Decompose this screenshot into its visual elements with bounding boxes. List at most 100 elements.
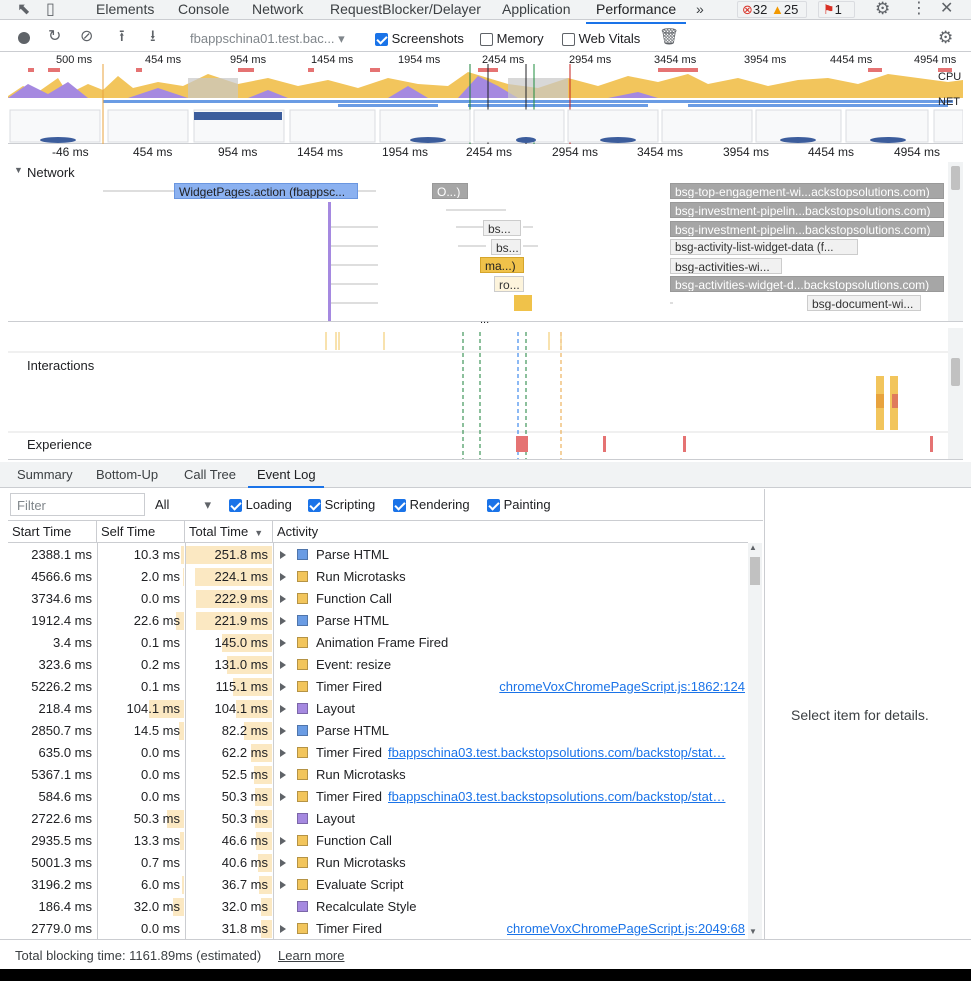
request-investment-pipeline-1[interactable]: bsg-investment-pipelin...backstopsolutio… (670, 202, 944, 218)
table-row[interactable]: 186.4 ms 32.0 ms 32.0 ms Recalculate Style (8, 896, 748, 918)
table-row[interactable]: 218.4 ms 104.1 ms 104.1 ms Layout (8, 698, 748, 720)
expand-arrow-icon[interactable] (280, 727, 286, 735)
table-row[interactable]: 584.6 ms 0.0 ms 50.3 ms Timer Fired fbappsch… (8, 786, 748, 808)
request-document-widget[interactable]: bsg-document-wi... (807, 295, 921, 311)
expand-arrow-icon[interactable] (280, 639, 286, 647)
tab-call-tree[interactable]: Call Tree (184, 467, 236, 482)
scroll-thumb[interactable] (750, 557, 760, 585)
settings-gear-icon[interactable]: ⚙ (875, 0, 890, 17)
console-counts-badge[interactable]: ⊗32 ▲25 (737, 1, 807, 18)
record-icon[interactable] (18, 32, 30, 44)
capture-settings-icon[interactable]: ⚙ (938, 29, 953, 46)
request-bs-2[interactable]: bs... (491, 239, 521, 255)
rendering-checkbox[interactable]: Rendering (393, 497, 470, 513)
request-ro[interactable]: ro... (494, 276, 524, 292)
clear-icon[interactable]: ⊘ (80, 29, 93, 45)
table-row[interactable]: 5001.3 ms 0.7 ms 40.6 ms Run Microtasks (8, 852, 748, 874)
table-row[interactable]: 5226.2 ms 0.1 ms 115.1 ms Timer Fired chrome… (8, 676, 748, 698)
more-options-icon[interactable]: ⋮ (911, 1, 927, 17)
expand-arrow-icon[interactable] (280, 595, 286, 603)
device-toolbar-icon[interactable]: ▯ (46, 2, 55, 18)
request-small-bar[interactable] (514, 295, 532, 311)
duration-select[interactable]: All ▾ (155, 497, 211, 513)
request-activities-widget[interactable]: bsg-activities-widget-d...backstopsoluti… (670, 276, 944, 292)
tab-summary[interactable]: Summary (17, 467, 73, 482)
expand-arrow-icon[interactable] (280, 683, 286, 691)
tab-console[interactable]: Console (178, 1, 229, 17)
expand-arrow-icon[interactable] (280, 925, 286, 933)
scroll-up-icon[interactable]: ▲ (749, 543, 757, 552)
interactions-track[interactable]: Interactions Experience (8, 328, 963, 460)
painting-checkbox[interactable]: Painting (487, 497, 551, 513)
web-vitals-checkbox[interactable]: Web Vitals (562, 31, 640, 47)
column-activity[interactable]: Activity (273, 521, 748, 543)
expand-arrow-icon[interactable] (280, 793, 286, 801)
inspect-element-icon[interactable]: ⬉ (17, 2, 30, 18)
tab-performance[interactable]: Performance (585, 1, 687, 24)
table-row[interactable]: 3.4 ms 0.1 ms 145.0 ms Animation Frame Fire… (8, 632, 748, 654)
filter-input[interactable]: Filter (10, 493, 145, 516)
scripting-checkbox[interactable]: Scripting (308, 497, 375, 513)
tab-elements[interactable]: Elements (96, 1, 154, 17)
expand-arrow-icon[interactable] (280, 617, 286, 625)
save-profile-icon[interactable]: ⭳ (150, 29, 156, 45)
tab-event-log[interactable]: Event Log (257, 467, 316, 482)
table-row[interactable]: 2850.7 ms 14.5 ms 82.2 ms Parse HTML (8, 720, 748, 742)
request-widget-pages[interactable]: WidgetPages.action (fbappsc... (174, 183, 358, 199)
column-self-time[interactable]: Self Time (97, 521, 185, 543)
scroll-down-icon[interactable]: ▼ (749, 927, 757, 936)
table-row[interactable]: 1912.4 ms 22.6 ms 221.9 ms Parse HTML (8, 610, 748, 632)
table-row[interactable]: 5367.1 ms 0.0 ms 52.5 ms Run Microtasks (8, 764, 748, 786)
track-resize-handle[interactable]: ... (480, 314, 489, 326)
request-investment-pipeline-2[interactable]: bsg-investment-pipelin...backstopsolutio… (670, 221, 944, 237)
load-profile-icon[interactable]: ⭱ (119, 29, 125, 45)
close-devtools-icon[interactable]: ✕ (940, 1, 953, 17)
request-ma[interactable]: ma...) (480, 257, 524, 273)
source-link[interactable]: chromeVoxChromePageScript.js:2049:68 (507, 918, 745, 939)
profile-select[interactable]: fbappschina01.test.bac... ▾ (190, 31, 345, 47)
tab-application[interactable]: Application (502, 1, 571, 17)
network-track[interactable]: ▼ Network WidgetPages.action (fbappsc...… (8, 162, 963, 322)
expand-arrow-icon[interactable] (280, 661, 286, 669)
column-total-time[interactable]: Total Time ▼ (185, 521, 273, 543)
table-row[interactable]: 2779.0 ms 0.0 ms 31.8 ms Timer Fired chromeV… (8, 918, 748, 939)
table-row[interactable]: 2935.5 ms 13.3 ms 46.6 ms Function Call (8, 830, 748, 852)
request-activities-wi[interactable]: bsg-activities-wi... (670, 258, 782, 274)
table-row[interactable]: 2388.1 ms 10.3 ms 251.8 ms Parse HTML (8, 544, 748, 566)
source-link[interactable]: fbappschina03.test.backstopsolutions.com… (388, 786, 745, 808)
source-link[interactable]: fbappschina03.test.backstopsolutions.com… (388, 742, 745, 764)
expand-arrow-icon[interactable] (280, 837, 286, 845)
table-row[interactable]: 323.6 ms 0.2 ms 131.0 ms Event: resize (8, 654, 748, 676)
request-activity-list[interactable]: bsg-activity-list-widget-data (f... (670, 239, 858, 255)
expand-arrow-icon[interactable] (280, 573, 286, 581)
table-row[interactable]: 3734.6 ms 0.0 ms 222.9 ms Function Call (8, 588, 748, 610)
request-top-engagement[interactable]: bsg-top-engagement-wi...ackstopsolutions… (670, 183, 944, 199)
loading-checkbox[interactable]: Loading (229, 497, 292, 513)
network-scrollbar[interactable] (948, 162, 963, 321)
issues-badge[interactable]: ⚑1 (818, 1, 855, 18)
learn-more-link[interactable]: Learn more (278, 948, 344, 963)
table-row[interactable]: 4566.6 ms 2.0 ms 224.1 ms Run Microtasks (8, 566, 748, 588)
more-tabs-button[interactable]: » (696, 1, 704, 17)
tab-request-blocker[interactable]: RequestBlocker/Delayer (330, 1, 481, 17)
garbage-collect-icon[interactable]: 🗑 (659, 30, 679, 46)
source-link[interactable]: chromeVoxChromePageScript.js:1862:124 (499, 676, 745, 698)
timeline-overview[interactable]: 500 ms 454 ms 954 ms 1454 ms 1954 ms 2454 ms 2… (8, 54, 963, 144)
memory-checkbox[interactable]: Memory (480, 31, 544, 47)
column-start-time[interactable]: Start Time (8, 521, 97, 543)
expand-arrow-icon[interactable] (280, 749, 286, 757)
expand-arrow-icon[interactable] (280, 771, 286, 779)
request-o[interactable]: O...) (432, 183, 468, 199)
table-row[interactable]: 3196.2 ms 6.0 ms 36.7 ms Evaluate Script (8, 874, 748, 896)
expand-arrow-icon[interactable] (280, 881, 286, 889)
expand-arrow-icon[interactable] (280, 551, 286, 559)
tab-network[interactable]: Network (252, 1, 303, 17)
screenshots-checkbox[interactable]: Screenshots (375, 31, 464, 47)
expand-arrow-icon[interactable] (280, 705, 286, 713)
interactions-scrollbar[interactable] (948, 328, 963, 459)
request-bs-1[interactable]: bs... (483, 220, 521, 236)
table-row[interactable]: 635.0 ms 0.0 ms 62.2 ms Timer Fired fbappsch… (8, 742, 748, 764)
expand-arrow-icon[interactable] (280, 859, 286, 867)
table-scrollbar[interactable]: ▲ ▼ (748, 543, 762, 939)
table-row[interactable]: 2722.6 ms 50.3 ms 50.3 ms Layout (8, 808, 748, 830)
